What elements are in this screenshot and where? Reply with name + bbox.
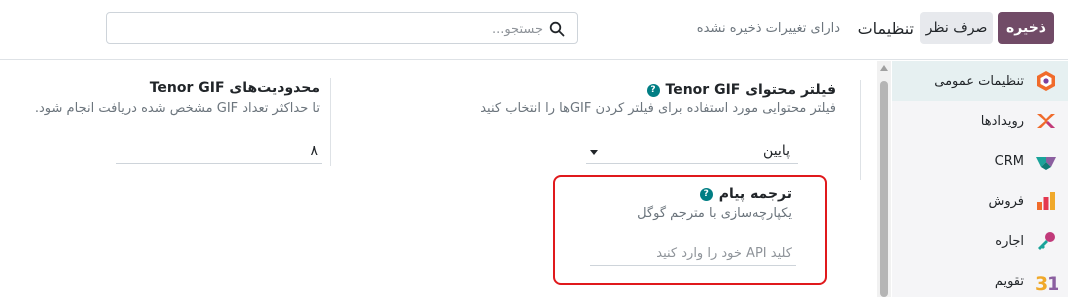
page-title: تنظیمات bbox=[857, 18, 914, 38]
events-icon bbox=[1034, 109, 1058, 133]
help-icon[interactable]: ? bbox=[646, 83, 660, 97]
content-filter-title: فیلتر محتوای Tenor GIF bbox=[665, 82, 836, 98]
search-bar[interactable] bbox=[106, 12, 578, 44]
discard-button[interactable]: صرف نظر bbox=[920, 12, 993, 44]
sidebar-item-label: تقویم bbox=[994, 273, 1024, 289]
api-key-input[interactable] bbox=[590, 242, 796, 266]
limits-input[interactable]: ۸ bbox=[116, 140, 322, 164]
sidebar-item-label: CRM bbox=[994, 153, 1024, 169]
content-filter-select[interactable]: پایین bbox=[586, 140, 798, 164]
content-filter-title-row: ? فیلتر محتوای Tenor GIF bbox=[646, 80, 836, 100]
sales-icon bbox=[1034, 189, 1058, 213]
search-input[interactable] bbox=[123, 18, 543, 40]
control-panel: ذخیره صرف نظر تنظیمات دارای تغییرات ذخیر… bbox=[0, 0, 1068, 60]
sidebar-item-calendar[interactable]: تقویم 3 1 bbox=[892, 261, 1068, 297]
svg-text:1: 1 bbox=[1047, 273, 1058, 293]
sidebar-item-sales[interactable]: فروش bbox=[892, 181, 1068, 221]
search-icon[interactable] bbox=[549, 21, 565, 37]
crm-icon bbox=[1034, 149, 1058, 173]
scrollbar-thumb[interactable] bbox=[880, 81, 888, 297]
settings-sidebar: تنظیمات عمومی رویدادها CRM فروش اجاره تق… bbox=[892, 61, 1068, 297]
general-settings-icon bbox=[1034, 69, 1058, 93]
content-filter-selected-value: پایین bbox=[763, 143, 790, 159]
limits-description: تا حداکثر تعداد GIF مشخص شده دریافت انجا… bbox=[34, 101, 320, 116]
section-divider bbox=[860, 80, 861, 180]
chevron-down-icon bbox=[590, 150, 598, 155]
column-divider bbox=[330, 78, 331, 166]
limits-title: محدودیت‌های Tenor GIF bbox=[149, 80, 320, 96]
calendar-icon: 3 1 bbox=[1034, 269, 1058, 293]
translation-description: یکپارچه‌سازی با مترجم گوگل bbox=[637, 206, 792, 221]
help-icon[interactable]: ? bbox=[699, 187, 713, 201]
sidebar-item-events[interactable]: رویدادها bbox=[892, 101, 1068, 141]
save-button[interactable]: ذخیره bbox=[998, 12, 1054, 44]
sidebar-item-label: فروش bbox=[988, 193, 1024, 209]
sidebar-item-label: تنظیمات عمومی bbox=[934, 73, 1024, 89]
sidebar-item-label: اجاره bbox=[995, 233, 1024, 249]
scrollbar[interactable] bbox=[877, 61, 891, 297]
translation-title-row: ? ترجمه پیام bbox=[699, 184, 792, 204]
sidebar-item-rental[interactable]: اجاره bbox=[892, 221, 1068, 261]
sidebar-item-general-settings[interactable]: تنظیمات عمومی bbox=[892, 61, 1068, 101]
limits-value: ۸ bbox=[310, 143, 318, 159]
sidebar-item-crm[interactable]: CRM bbox=[892, 141, 1068, 181]
content-filter-description: فیلتر محتوایی مورد استفاده برای فیلتر کر… bbox=[480, 101, 836, 116]
sidebar-item-label: رویدادها bbox=[980, 113, 1024, 129]
translation-title: ترجمه پیام bbox=[718, 186, 792, 202]
scroll-up-arrow-icon[interactable] bbox=[880, 65, 888, 71]
rental-icon bbox=[1034, 229, 1058, 253]
unsaved-changes-indicator: دارای تغییرات ذخیره نشده bbox=[696, 20, 840, 36]
